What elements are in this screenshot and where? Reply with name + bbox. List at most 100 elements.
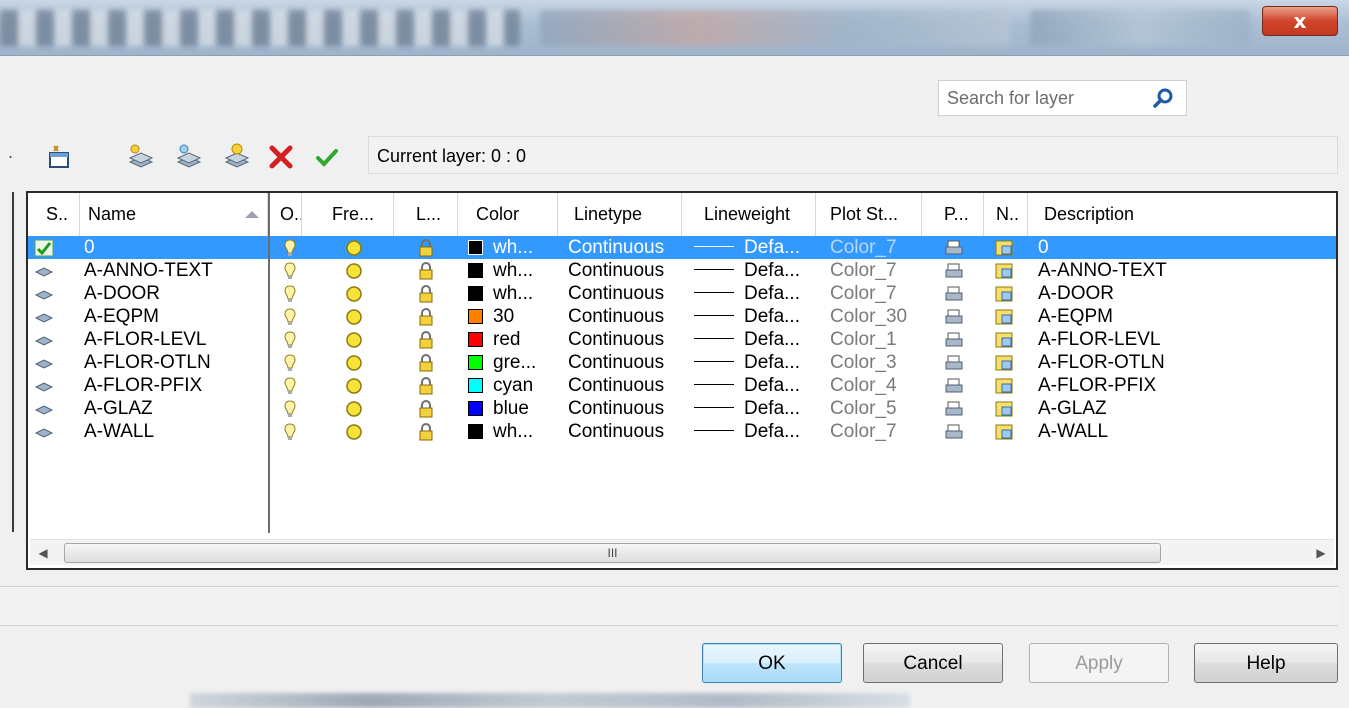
layer-description[interactable]: A-ANNO-TEXT: [1034, 259, 1334, 282]
layer-list[interactable]: S.. Name O.. Fre... L... Color Linetype …: [26, 191, 1338, 570]
layer-on-bulb-icon[interactable]: [280, 238, 300, 258]
layer-name[interactable]: A-FLOR-OTLN: [80, 351, 265, 374]
column-linetype[interactable]: Linetype: [566, 193, 682, 236]
layer-on-bulb-icon[interactable]: [280, 376, 300, 396]
column-freeze[interactable]: Fre...: [324, 193, 394, 236]
plot-printer-icon[interactable]: [944, 422, 964, 442]
layer-row[interactable]: A-FLOR-OTLN gre... Continuous Defa... Color_…: [28, 351, 1336, 374]
layer-unlock-icon[interactable]: [416, 376, 436, 396]
set-current-icon[interactable]: [312, 142, 342, 172]
layer-row[interactable]: A-WALL wh... Continuous Defa... Color_7 A-WAL…: [28, 420, 1336, 443]
layer-row[interactable]: A-GLAZ blue Continuous Defa... Color_5 A-GLAZ: [28, 397, 1336, 420]
new-vp-freeze-icon[interactable]: [994, 422, 1014, 442]
layer-lineweight[interactable]: Defa...: [686, 351, 820, 374]
search-input[interactable]: [939, 81, 1139, 115]
layer-thaw-sun-icon[interactable]: [344, 399, 364, 419]
layer-lineweight[interactable]: Defa...: [686, 305, 820, 328]
layer-thaw-sun-icon[interactable]: [344, 330, 364, 350]
new-vp-freeze-icon[interactable]: [994, 399, 1014, 419]
layer-description[interactable]: A-FLOR-OTLN: [1034, 351, 1334, 374]
layer-color[interactable]: wh...: [464, 236, 560, 259]
layer-linetype[interactable]: Continuous: [564, 397, 686, 420]
new-vp-freeze-icon[interactable]: [994, 330, 1014, 350]
plot-printer-icon[interactable]: [944, 284, 964, 304]
layer-thaw-sun-icon[interactable]: [344, 261, 364, 281]
scroll-right-icon[interactable]: ▶: [1308, 540, 1334, 566]
layer-unlock-icon[interactable]: [416, 422, 436, 442]
layer-on-bulb-icon[interactable]: [280, 353, 300, 373]
layer-status-icon[interactable]: [34, 399, 54, 419]
layer-thaw-sun-icon[interactable]: [344, 376, 364, 396]
layer-status-icon[interactable]: [34, 307, 54, 327]
column-name[interactable]: Name: [80, 193, 268, 236]
layer-lineweight[interactable]: Defa...: [686, 236, 820, 259]
layer-name[interactable]: A-DOOR: [80, 282, 265, 305]
search-icon[interactable]: [1152, 87, 1174, 109]
layer-status-icon[interactable]: [34, 261, 54, 281]
plot-printer-icon[interactable]: [944, 330, 964, 350]
layer-status-icon[interactable]: [34, 376, 54, 396]
layer-color[interactable]: wh...: [464, 259, 560, 282]
layer-name[interactable]: A-FLOR-PFIX: [80, 374, 265, 397]
layer-description[interactable]: A-FLOR-PFIX: [1034, 374, 1334, 397]
column-plot-style[interactable]: Plot St...: [822, 193, 922, 236]
plot-printer-icon[interactable]: [944, 238, 964, 258]
layer-on-bulb-icon[interactable]: [280, 330, 300, 350]
apply-button[interactable]: Apply: [1029, 643, 1169, 683]
layer-name[interactable]: A-EQPM: [80, 305, 265, 328]
column-lineweight[interactable]: Lineweight: [696, 193, 816, 236]
current-layer-check-icon[interactable]: [34, 238, 54, 258]
cancel-button[interactable]: Cancel: [863, 643, 1003, 683]
layer-row[interactable]: A-FLOR-LEVL red Continuous Defa... Color_1 A-…: [28, 328, 1336, 351]
layer-unlock-icon[interactable]: [416, 284, 436, 304]
layer-row[interactable]: A-DOOR wh... Continuous Defa... Color_7 A-DOO…: [28, 282, 1336, 305]
search-box[interactable]: [938, 80, 1187, 116]
layer-unlock-icon[interactable]: [416, 238, 436, 258]
layer-linetype[interactable]: Continuous: [564, 305, 686, 328]
layer-description[interactable]: A-DOOR: [1034, 282, 1334, 305]
plot-printer-icon[interactable]: [944, 307, 964, 327]
scroll-left-icon[interactable]: ◀: [30, 540, 56, 566]
layer-name[interactable]: A-ANNO-TEXT: [80, 259, 265, 282]
layer-thaw-sun-icon[interactable]: [344, 284, 364, 304]
layer-thaw-sun-icon[interactable]: [344, 353, 364, 373]
layer-color[interactable]: 30: [464, 305, 560, 328]
new-vp-freeze-icon[interactable]: [994, 284, 1014, 304]
layer-unlock-icon[interactable]: [416, 353, 436, 373]
layer-linetype[interactable]: Continuous: [564, 351, 686, 374]
column-description[interactable]: Description: [1036, 193, 1336, 236]
column-lock[interactable]: L...: [408, 193, 458, 236]
layer-description[interactable]: A-WALL: [1034, 420, 1334, 443]
column-plot[interactable]: P...: [936, 193, 984, 236]
layer-lineweight[interactable]: Defa...: [686, 420, 820, 443]
new-vp-freeze-icon[interactable]: [994, 307, 1014, 327]
layer-lineweight[interactable]: Defa...: [686, 397, 820, 420]
plot-printer-icon[interactable]: [944, 353, 964, 373]
layer-lineweight[interactable]: Defa...: [686, 328, 820, 351]
layer-row[interactable]: A-EQPM 30 Continuous Defa... Color_30 A-EQPM: [28, 305, 1336, 328]
column-status[interactable]: S..: [28, 193, 80, 236]
layer-status-icon[interactable]: [34, 422, 54, 442]
layer-thaw-sun-icon[interactable]: [344, 422, 364, 442]
column-on[interactable]: O..: [272, 193, 302, 236]
layer-on-bulb-icon[interactable]: [280, 307, 300, 327]
column-color[interactable]: Color: [458, 193, 558, 236]
plot-printer-icon[interactable]: [944, 376, 964, 396]
new-vp-freeze-icon[interactable]: [994, 238, 1014, 258]
delete-layer-icon[interactable]: [266, 142, 296, 172]
layer-row[interactable]: A-ANNO-TEXT wh... Continuous Defa... Color_7…: [28, 259, 1336, 282]
layer-lineweight[interactable]: Defa...: [686, 282, 820, 305]
layer-status-icon[interactable]: [34, 353, 54, 373]
layer-linetype[interactable]: Continuous: [564, 328, 686, 351]
layer-color[interactable]: blue: [464, 397, 560, 420]
layer-color[interactable]: cyan: [464, 374, 560, 397]
new-vp-freeze-icon[interactable]: [994, 353, 1014, 373]
plot-printer-icon[interactable]: [944, 399, 964, 419]
layer-color[interactable]: red: [464, 328, 560, 351]
layer-color[interactable]: wh...: [464, 282, 560, 305]
new-layer-vp-frozen-icon[interactable]: [174, 142, 204, 172]
layer-row[interactable]: A-FLOR-PFIX cyan Continuous Defa... Color_4 A…: [28, 374, 1336, 397]
layer-linetype[interactable]: Continuous: [564, 374, 686, 397]
layer-color[interactable]: gre...: [464, 351, 560, 374]
layer-color[interactable]: wh...: [464, 420, 560, 443]
